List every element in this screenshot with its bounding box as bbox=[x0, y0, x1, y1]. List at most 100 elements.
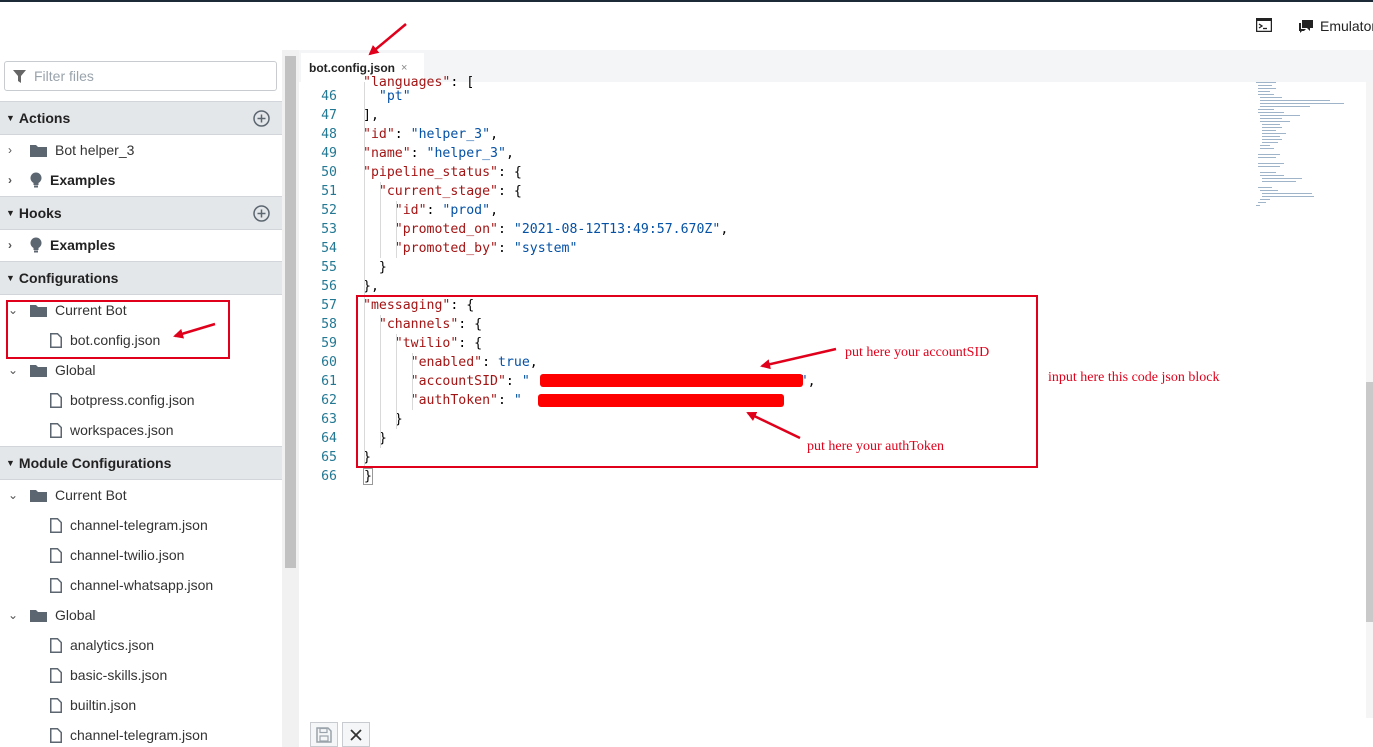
tree-file-analytics[interactable]: analytics.json bbox=[0, 630, 282, 660]
sidebar-scrollbar[interactable] bbox=[282, 50, 299, 747]
file-icon bbox=[50, 727, 62, 743]
tree-file-basic-skills[interactable]: basic-skills.json bbox=[0, 660, 282, 690]
file-icon bbox=[50, 577, 62, 593]
line-number: 58 bbox=[321, 317, 337, 332]
section-configurations[interactable]: ▼ Configurations bbox=[0, 261, 282, 295]
tree-item-label: Examples bbox=[50, 237, 116, 253]
chevron-down-icon: ⌄ bbox=[8, 488, 19, 502]
line-number: 66 bbox=[321, 469, 337, 484]
chevron-down-icon: ⌄ bbox=[8, 608, 19, 622]
sidebar-scrollbar-thumb[interactable] bbox=[285, 56, 296, 568]
code-line: }, bbox=[363, 279, 379, 294]
line-number: 63 bbox=[321, 412, 337, 427]
caret-down-icon: ▼ bbox=[6, 458, 15, 468]
caret-down-icon: ▼ bbox=[6, 113, 15, 123]
line-number: 50 bbox=[321, 165, 337, 180]
file-icon bbox=[50, 422, 62, 438]
line-number: 54 bbox=[321, 241, 337, 256]
tree-item-label: channel-twilio.json bbox=[70, 547, 185, 563]
section-title: Module Configurations bbox=[18, 455, 172, 471]
tree-folder-global[interactable]: ⌄ Global bbox=[0, 355, 282, 385]
add-action-icon[interactable] bbox=[253, 110, 270, 127]
code-line: "name": "helper_3", bbox=[363, 146, 514, 161]
file-icon bbox=[50, 697, 62, 713]
tree-item-label: builtin.json bbox=[70, 697, 137, 713]
add-hook-icon[interactable] bbox=[253, 205, 270, 222]
line-number: 47 bbox=[321, 108, 337, 123]
top-bar: Emulator bbox=[0, 0, 1373, 50]
tree-folder-module-global[interactable]: ⌄ Global bbox=[0, 600, 282, 630]
file-icon bbox=[50, 517, 62, 533]
close-icon bbox=[350, 728, 362, 741]
filter-placeholder: Filter files bbox=[34, 68, 94, 84]
file-explorer-sidebar: Filter files ▼ Actions › Bot helper_3 › … bbox=[0, 50, 282, 747]
line-number: 53 bbox=[321, 222, 337, 237]
section-module-configurations[interactable]: ▼ Module Configurations bbox=[0, 446, 282, 480]
code-line: "pt" bbox=[378, 89, 411, 104]
folder-icon bbox=[30, 609, 47, 622]
emulator-label: Emulator bbox=[1320, 18, 1373, 34]
code-minimap bbox=[1256, 82, 1344, 206]
section-title: Hooks bbox=[18, 205, 62, 221]
code-line: ], bbox=[363, 108, 379, 123]
tree-file-workspaces[interactable]: workspaces.json bbox=[0, 415, 282, 445]
line-number: 59 bbox=[321, 336, 337, 351]
tree-file-channel-whatsapp[interactable]: channel-whatsapp.json bbox=[0, 570, 282, 600]
code-line: "pipeline_status": { bbox=[363, 165, 522, 180]
section-actions[interactable]: ▼ Actions bbox=[0, 101, 282, 135]
emulator-button[interactable]: Emulator bbox=[1298, 18, 1373, 34]
annotation-json-block: input here this code json block bbox=[1048, 370, 1220, 385]
tree-item-label: analytics.json bbox=[70, 637, 155, 653]
line-number: 56 bbox=[321, 279, 337, 294]
caret-down-icon: ▼ bbox=[6, 273, 15, 283]
code-line: } bbox=[363, 260, 387, 275]
tree-file-channel-telegram[interactable]: channel-telegram.json bbox=[0, 510, 282, 540]
line-number: 49 bbox=[321, 146, 337, 161]
tree-item-label: workspaces.json bbox=[70, 422, 174, 438]
section-title: Configurations bbox=[18, 270, 119, 286]
lightbulb-icon bbox=[30, 237, 42, 253]
annotation-auth-token: put here your authToken bbox=[807, 439, 945, 454]
lightbulb-icon bbox=[30, 172, 42, 188]
line-number: 57 bbox=[321, 298, 337, 313]
file-icon bbox=[50, 392, 62, 408]
folder-icon bbox=[30, 144, 47, 157]
line-number: 51 bbox=[321, 184, 337, 199]
code-line: } bbox=[363, 468, 373, 485]
line-number: 46 bbox=[321, 89, 337, 104]
annotation-box-bot-config bbox=[6, 300, 230, 359]
tree-file-builtin[interactable]: builtin.json bbox=[0, 690, 282, 720]
line-number: 60 bbox=[321, 355, 337, 370]
tree-item-label: channel-whatsapp.json bbox=[70, 577, 214, 593]
floppy-disk-icon bbox=[316, 726, 332, 743]
tree-item-bot-helper[interactable]: › Bot helper_3 bbox=[0, 135, 282, 165]
chevron-right-icon: › bbox=[8, 173, 12, 187]
section-hooks[interactable]: ▼ Hooks bbox=[0, 196, 282, 230]
tree-item-label: botpress.config.json bbox=[70, 392, 195, 408]
code-line: "id": "helper_3", bbox=[363, 127, 499, 142]
terminal-button[interactable] bbox=[1256, 18, 1272, 32]
editor-bottom-toolbar bbox=[299, 718, 1373, 747]
tree-file-global-channel-telegram[interactable]: channel-telegram.json bbox=[0, 720, 282, 747]
tree-item-label: channel-telegram.json bbox=[70, 517, 208, 533]
tree-folder-module-current-bot[interactable]: ⌄ Current Bot bbox=[0, 480, 282, 510]
chevron-down-icon: ⌄ bbox=[8, 363, 19, 377]
discard-button[interactable] bbox=[342, 722, 370, 747]
close-icon[interactable]: × bbox=[401, 62, 407, 74]
tree-file-botpress-config[interactable]: botpress.config.json bbox=[0, 385, 282, 415]
tree-item-label: Examples bbox=[50, 172, 116, 188]
tree-item-label: basic-skills.json bbox=[70, 667, 168, 683]
tree-item-hook-examples[interactable]: › Examples bbox=[0, 230, 282, 260]
folder-icon bbox=[30, 489, 47, 502]
file-icon bbox=[50, 547, 62, 563]
filter-files-input[interactable]: Filter files bbox=[4, 61, 277, 91]
tree-file-channel-twilio[interactable]: channel-twilio.json bbox=[0, 540, 282, 570]
editor-scrollbar-thumb[interactable] bbox=[1366, 382, 1373, 622]
tree-item-examples[interactable]: › Examples bbox=[0, 165, 282, 195]
tree-item-label: Global bbox=[55, 607, 96, 623]
editor-scrollbar[interactable] bbox=[1366, 82, 1373, 722]
line-number: 65 bbox=[321, 450, 337, 465]
code-line: "promoted_on": "2021-08-12T13:49:57.670Z… bbox=[394, 222, 729, 237]
save-button[interactable] bbox=[310, 722, 338, 747]
line-number: 64 bbox=[321, 431, 337, 446]
